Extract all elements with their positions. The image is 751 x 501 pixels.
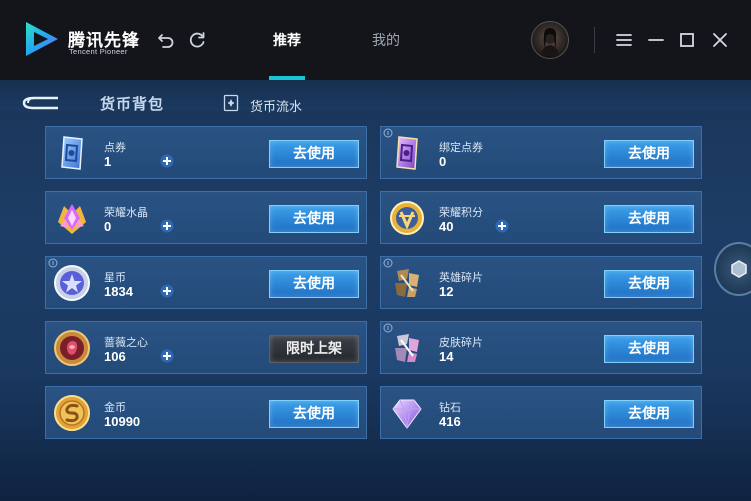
skin-fragment-icon bbox=[395, 334, 419, 362]
title-bar: 腾讯先锋 Tencent Pioneer 推荐 我的 bbox=[0, 0, 751, 80]
currency-value: 1834 bbox=[104, 284, 133, 299]
currency-name: 荣耀水晶 bbox=[104, 206, 148, 219]
add-icon[interactable] bbox=[160, 219, 174, 233]
currency-name: 钻石 bbox=[439, 401, 461, 414]
use-button[interactable]: 去使用 bbox=[269, 140, 359, 168]
currency-card-glory-crystal: 荣耀水晶 0 去使用 bbox=[45, 191, 367, 244]
currency-value: 14 bbox=[439, 349, 454, 364]
use-button[interactable]: 去使用 bbox=[604, 400, 694, 428]
currency-name: 绑定点券 bbox=[439, 141, 483, 154]
page-title: 货币背包 bbox=[100, 95, 165, 113]
add-icon[interactable] bbox=[160, 349, 174, 363]
star-coin-icon bbox=[54, 265, 90, 301]
add-icon[interactable] bbox=[160, 284, 174, 298]
play-logo-icon bbox=[26, 22, 58, 56]
currency-flow-link[interactable]: 货币流水 bbox=[250, 96, 302, 115]
currency-card-hero-fragment: 英雄碎片 12 去使用 bbox=[380, 256, 702, 309]
header-separator bbox=[594, 27, 595, 53]
rose-heart-icon bbox=[54, 330, 90, 366]
currency-card-skin-fragment: 皮肤碎片 14 去使用 bbox=[380, 321, 702, 374]
use-button[interactable]: 去使用 bbox=[269, 270, 359, 298]
add-icon[interactable] bbox=[160, 154, 174, 168]
voucher-icon bbox=[61, 136, 83, 170]
currency-card-star-coin: 星币 1834 去使用 bbox=[45, 256, 367, 309]
currency-card-diamond: 钻石 416 去使用 bbox=[380, 386, 702, 439]
limited-time-button[interactable]: 限时上架 bbox=[269, 335, 359, 363]
currency-value: 0 bbox=[104, 219, 112, 234]
hero-fragment-icon bbox=[395, 269, 419, 297]
add-icon[interactable] bbox=[495, 219, 509, 233]
currency-name: 蔷薇之心 bbox=[104, 336, 148, 349]
use-button[interactable]: 去使用 bbox=[604, 335, 694, 363]
currency-name: 金币 bbox=[104, 401, 126, 414]
currency-value: 10990 bbox=[104, 414, 141, 429]
back-arrow-icon[interactable] bbox=[20, 94, 60, 112]
currency-name: 英雄碎片 bbox=[439, 271, 483, 284]
currency-card-rose-heart: 蔷薇之心 106 限时上架 bbox=[45, 321, 367, 374]
currency-value: 1 bbox=[104, 154, 112, 169]
bound-voucher-icon bbox=[396, 136, 418, 170]
currency-value: 416 bbox=[439, 414, 461, 429]
app-logo: 腾讯先锋 Tencent Pioneer bbox=[22, 18, 142, 62]
gold-coin-icon bbox=[54, 395, 90, 431]
use-button[interactable]: 去使用 bbox=[604, 205, 694, 233]
currency-value: 0 bbox=[439, 154, 447, 169]
tab-recommend[interactable]: 推荐 bbox=[273, 30, 301, 50]
hexagon-icon bbox=[731, 260, 747, 278]
glory-crystal-icon bbox=[58, 204, 86, 234]
glory-points-icon bbox=[390, 201, 424, 235]
minimize-icon[interactable] bbox=[645, 29, 667, 51]
menu-icon[interactable] bbox=[613, 29, 635, 51]
use-button[interactable]: 去使用 bbox=[604, 270, 694, 298]
logo-subtext: Tencent Pioneer bbox=[69, 47, 128, 56]
undo-icon[interactable] bbox=[155, 29, 177, 51]
currency-card-glory-points: 荣耀积分 40 去使用 bbox=[380, 191, 702, 244]
user-avatar-icon bbox=[540, 28, 560, 58]
use-button[interactable]: 去使用 bbox=[604, 140, 694, 168]
close-icon[interactable] bbox=[709, 29, 731, 51]
diamond-icon bbox=[392, 399, 422, 429]
floating-side-button[interactable] bbox=[714, 242, 751, 296]
currency-card-gold-coin: 金币 10990 去使用 bbox=[45, 386, 367, 439]
currency-value: 106 bbox=[104, 349, 126, 364]
currency-name: 点券 bbox=[104, 141, 126, 154]
maximize-icon[interactable] bbox=[676, 29, 698, 51]
currency-name: 荣耀积分 bbox=[439, 206, 483, 219]
refresh-icon[interactable] bbox=[186, 29, 208, 51]
use-button[interactable]: 去使用 bbox=[269, 400, 359, 428]
currency-name: 星币 bbox=[104, 271, 126, 284]
tab-mine[interactable]: 我的 bbox=[372, 30, 400, 50]
currency-card-bound-voucher: 绑定点券 0 去使用 bbox=[380, 126, 702, 179]
currency-name: 皮肤碎片 bbox=[439, 336, 483, 349]
currency-flow-icon[interactable] bbox=[222, 94, 240, 112]
avatar[interactable] bbox=[531, 21, 569, 59]
currency-value: 12 bbox=[439, 284, 454, 299]
use-button[interactable]: 去使用 bbox=[269, 205, 359, 233]
currency-value: 40 bbox=[439, 219, 454, 234]
currency-card-voucher: 点券 1 去使用 bbox=[45, 126, 367, 179]
